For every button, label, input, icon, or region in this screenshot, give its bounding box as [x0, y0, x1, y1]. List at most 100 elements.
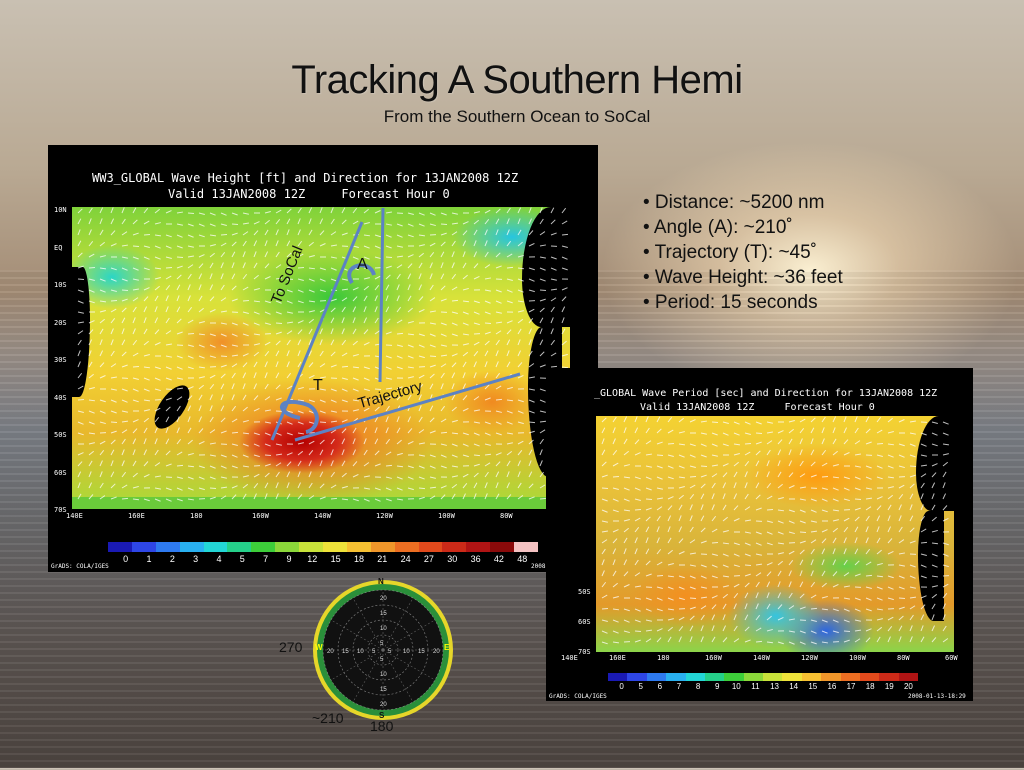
- wind-arrow: [943, 462, 948, 466]
- wind-arrow: [844, 538, 846, 543]
- wind-arrow: [679, 505, 682, 510]
- wind-arrow: [624, 572, 628, 576]
- wind-arrow: [646, 630, 652, 631]
- wind-arrow: [602, 620, 608, 622]
- wind-arrow: [690, 455, 696, 457]
- wind-arrow: [756, 628, 761, 631]
- wind-arrow: [635, 527, 639, 532]
- map2-colorbar: [608, 673, 918, 681]
- wind-arrow: [613, 450, 617, 455]
- wind-arrow: [745, 452, 750, 455]
- wind-arrow: [778, 521, 784, 523]
- wind-arrow: [833, 465, 839, 466]
- bullet-trajectory: • Trajectory (T): ~45˚: [643, 240, 843, 265]
- wind-arrow: [624, 439, 627, 444]
- wind-arrow: [789, 631, 795, 632]
- wind-arrow: [767, 509, 773, 510]
- wind-arrow: [613, 597, 619, 598]
- wind-arrow: [866, 488, 872, 489]
- wind-arrow: [602, 540, 607, 543]
- wind-arrow: [613, 530, 618, 532]
- wind-arrow: [712, 483, 715, 488]
- wind-arrow: [800, 461, 803, 466]
- wind-arrow: [932, 473, 936, 477]
- wind-arrow: [690, 540, 695, 543]
- wind-arrow: [866, 562, 871, 565]
- compass-ring-label: 10: [403, 649, 410, 655]
- wind-arrow: [767, 432, 773, 433]
- wind-arrow: [657, 488, 663, 489]
- wind-arrow: [921, 605, 925, 609]
- wind-arrow: [833, 477, 839, 478]
- wind-arrow: [712, 565, 718, 567]
- wind-arrow: [701, 421, 707, 422]
- wind-arrow: [877, 598, 883, 600]
- wind-arrow: [855, 508, 861, 510]
- wind-arrow: [756, 442, 762, 444]
- wind-arrow: [679, 637, 681, 642]
- wind-arrow: [866, 516, 869, 521]
- wind-arrow: [767, 422, 773, 423]
- lat-label: 60S: [578, 618, 591, 626]
- lon-label: 140E: [561, 654, 578, 662]
- wind-arrow: [624, 538, 627, 543]
- wind-arrow: [690, 636, 692, 642]
- wind-arrow: [789, 593, 792, 598]
- compass-ring-label: 20: [433, 649, 440, 655]
- wind-arrow: [778, 440, 782, 444]
- wind-arrow: [789, 429, 794, 433]
- wind-arrow: [943, 444, 949, 445]
- wind-arrow: [866, 507, 871, 510]
- wind-arrow: [635, 428, 638, 433]
- wind-arrow: [921, 565, 927, 567]
- wind-arrow: [789, 510, 795, 512]
- wind-arrow: [712, 554, 718, 556]
- wind-arrow: [899, 576, 905, 578]
- wind-arrow: [921, 615, 924, 620]
- wind-arrow: [635, 416, 637, 422]
- wind-arrow: [701, 484, 705, 488]
- wind-arrow: [899, 607, 905, 609]
- wind-arrow: [833, 560, 836, 565]
- wind-arrow: [855, 466, 861, 467]
- wind-arrow: [756, 495, 760, 499]
- wind-arrow: [932, 444, 938, 446]
- wind-arrow: [833, 548, 835, 554]
- wind-arrow: [888, 487, 894, 488]
- wind-arrow: [778, 431, 783, 433]
- wind-arrow: [778, 642, 784, 644]
- wind-arrow: [657, 575, 663, 576]
- wind-arrow: [712, 493, 714, 499]
- wind-arrow: [668, 550, 673, 554]
- wind-arrow: [811, 438, 813, 444]
- wind-arrow: [932, 626, 935, 631]
- wind-arrow: [943, 505, 947, 510]
- wind-arrow: [712, 615, 715, 620]
- wind-arrow: [877, 550, 882, 554]
- wind-arrow: [866, 526, 868, 532]
- lat-label: 50S: [578, 588, 591, 596]
- wind-arrow: [811, 540, 816, 543]
- wind-arrow: [767, 616, 772, 620]
- wind-arrow: [767, 642, 773, 643]
- wind-arrow: [899, 626, 902, 631]
- wind-arrow: [778, 460, 780, 466]
- wind-arrow: [734, 494, 737, 499]
- wind-arrow: [888, 598, 894, 600]
- wind-arrow: [921, 542, 927, 543]
- wind-arrow: [613, 620, 619, 622]
- wind-arrow: [690, 527, 693, 532]
- wind-arrow: [734, 444, 740, 445]
- wind-arrow: [921, 596, 927, 598]
- wind-arrow: [657, 609, 663, 611]
- wind-arrow: [855, 620, 861, 621]
- wind-arrow: [723, 565, 729, 567]
- colorbar-label: 13: [765, 682, 784, 691]
- map2-header-line2: Valid 13JAN2008 12Z Forecast Hour 0: [640, 402, 875, 413]
- wind-arrow: [844, 631, 850, 632]
- wind-arrow: [921, 465, 927, 466]
- wind-arrow: [811, 549, 814, 554]
- wind-arrow: [602, 510, 608, 512]
- wind-arrow: [767, 629, 773, 631]
- wind-arrow: [800, 560, 803, 565]
